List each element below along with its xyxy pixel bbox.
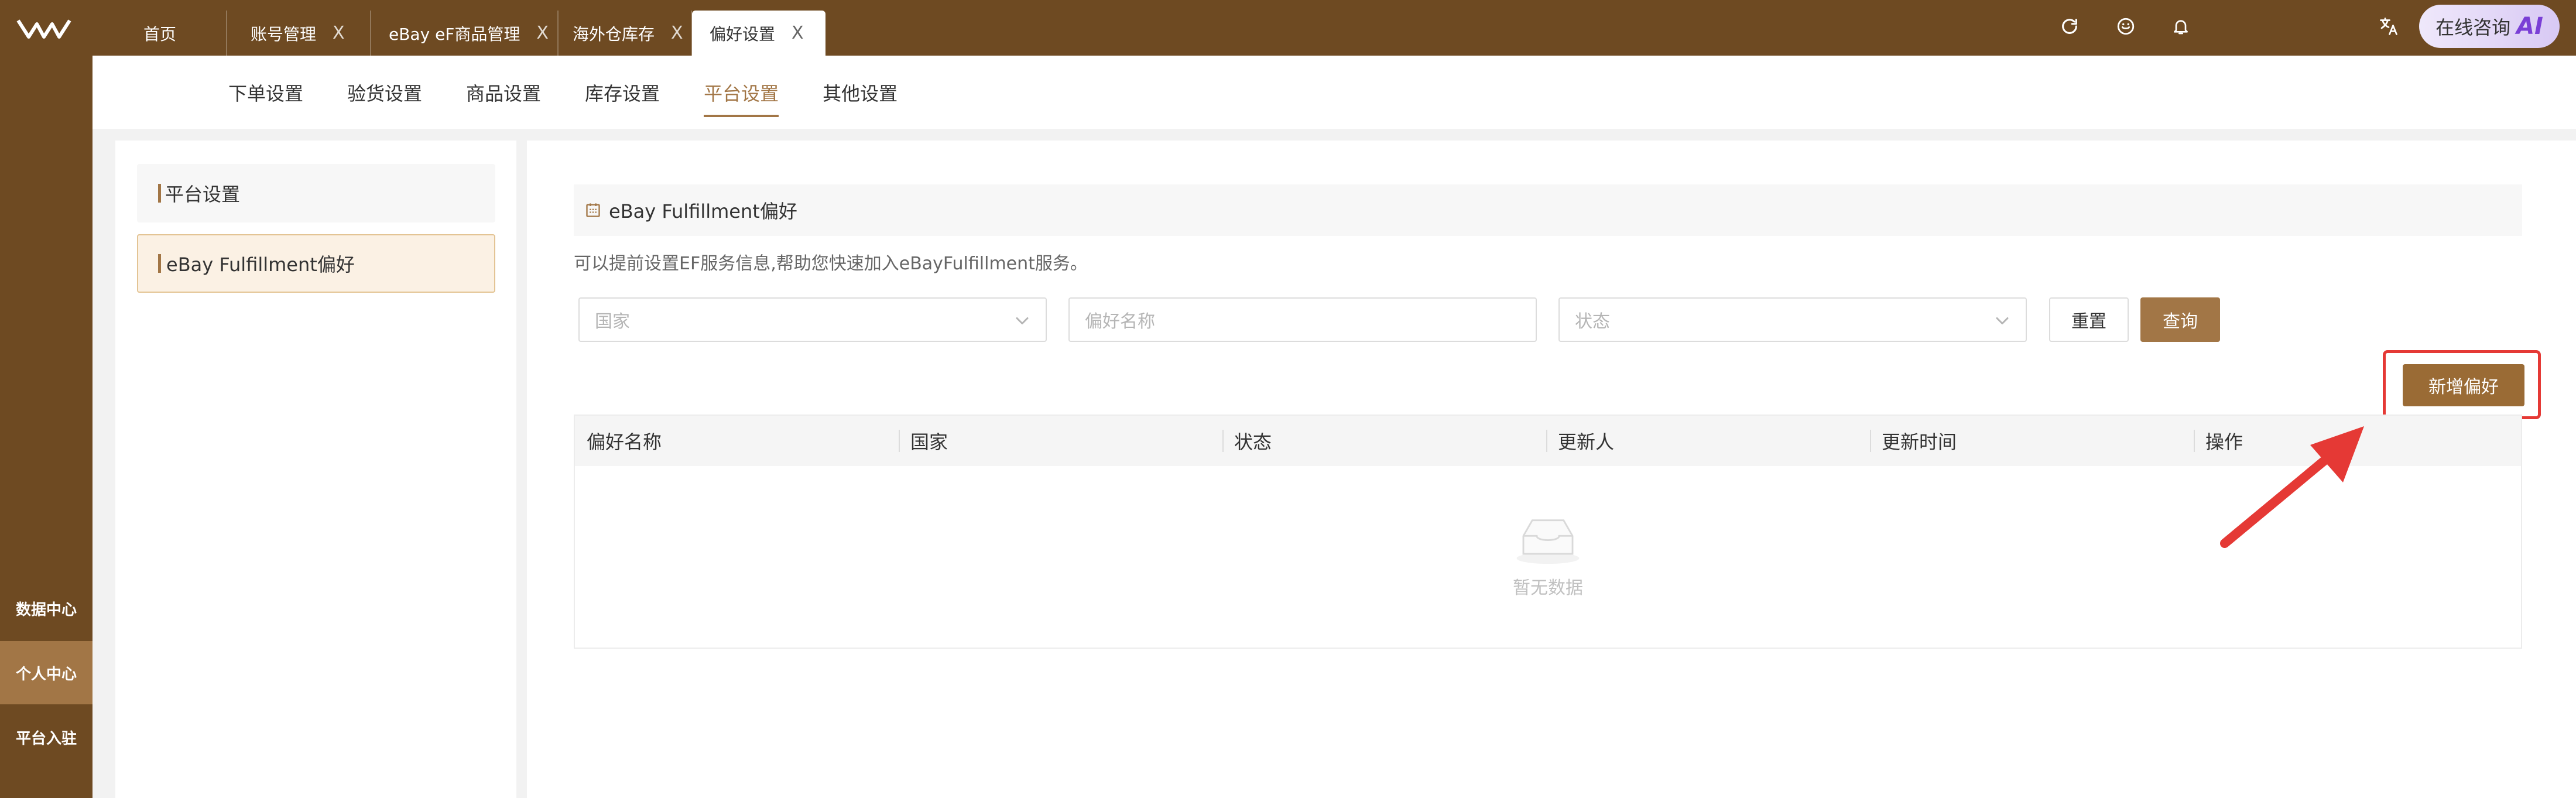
consult-label: 在线咨询	[2435, 16, 2511, 39]
close-icon[interactable]: X	[333, 23, 345, 43]
preference-name-input[interactable]: 偏好名称	[1068, 297, 1537, 342]
sidebar-item-platform-onboarding[interactable]: 平台入驻	[0, 705, 93, 769]
section-header: eBay Fulfillment偏好	[574, 184, 2522, 236]
tab-label: 海外仓库存	[573, 24, 655, 44]
section-title: eBay Fulfillment偏好	[609, 200, 797, 222]
smile-icon[interactable]	[2113, 13, 2139, 39]
online-consult-button[interactable]: 在线咨询 AI	[2419, 5, 2560, 48]
query-button[interactable]: 查询	[2140, 297, 2220, 342]
column-header: 状态	[1222, 416, 1546, 466]
tab-ebay-ef-products[interactable]: eBay eF商品管理 X	[371, 11, 559, 56]
tab-label: eBay eF商品管理	[389, 24, 520, 44]
close-icon[interactable]: X	[671, 23, 683, 43]
platform-settings-panel: 平台设置 eBay Fulfillment偏好	[115, 141, 516, 798]
tab-label: 偏好设置	[710, 24, 776, 44]
column-label: 国家	[910, 431, 948, 453]
tab-account[interactable]: 账号管理 X	[227, 11, 371, 56]
sidebar-item-label: 数据中心	[15, 601, 77, 619]
page-tabs: 首页 账号管理 X eBay eF商品管理 X 海外仓库存 X 偏好设置 X	[94, 11, 825, 56]
column-divider	[1222, 430, 1224, 452]
column-header: 更新人	[1546, 416, 1870, 466]
subtab-label: 其他设置	[823, 82, 898, 105]
accent-bar	[158, 184, 161, 203]
ai-badge: AI	[2516, 13, 2543, 40]
status-select[interactable]: 状态	[1558, 297, 2027, 342]
column-header: 偏好名称	[575, 416, 899, 466]
name-placeholder: 偏好名称	[1085, 311, 1155, 332]
brand-logo-icon[interactable]	[12, 14, 76, 43]
section-hint: 可以提前设置EF服务信息,帮助您快速加入eBayFulfillment服务。	[574, 254, 1088, 274]
subtab-product-settings[interactable]: 商品设置	[466, 56, 541, 129]
reset-button[interactable]: 重置	[2049, 297, 2129, 342]
tab-home[interactable]: 首页	[94, 11, 227, 56]
empty-box-icon	[1516, 519, 1580, 564]
sidebar-item-label: 个人中心	[15, 665, 77, 683]
subtab-label: 库存设置	[585, 82, 660, 105]
tab-label: 首页	[143, 24, 176, 44]
status-placeholder: 状态	[1575, 311, 1610, 332]
chevron-down-icon	[1996, 317, 2009, 324]
top-actions	[2057, 12, 2194, 41]
column-divider	[899, 430, 900, 452]
tab-preferences[interactable]: 偏好设置 X	[692, 11, 825, 56]
column-header: 更新时间	[1870, 416, 2194, 466]
panel-item-ebay-fulfillment[interactable]: eBay Fulfillment偏好	[137, 234, 495, 293]
subtab-other-settings[interactable]: 其他设置	[823, 56, 898, 129]
subtab-label: 验货设置	[347, 82, 423, 105]
tab-label: 账号管理	[251, 24, 317, 44]
column-header: 国家	[899, 416, 1222, 466]
subtab-platform-settings[interactable]: 平台设置	[704, 56, 779, 129]
panel-header: 平台设置	[137, 164, 495, 222]
column-divider	[1546, 430, 1547, 452]
column-label: 更新时间	[1882, 431, 1957, 453]
translate-icon[interactable]	[2376, 13, 2402, 39]
subtab-order-settings[interactable]: 下单设置	[228, 56, 303, 129]
subnav-tabs: 下单设置 验货设置 商品设置 库存设置 平台设置 其他设置	[228, 56, 941, 129]
column-label: 状态	[1234, 431, 1272, 453]
accent-bar	[158, 254, 161, 273]
annotation-arrow	[2220, 426, 2364, 548]
column-label: 更新人	[1558, 431, 1615, 453]
column-divider	[1870, 430, 1871, 452]
country-select[interactable]: 国家	[578, 297, 1047, 342]
subtab-label: 商品设置	[466, 82, 542, 105]
refresh-icon[interactable]	[2057, 13, 2082, 39]
top-bar: 首页 账号管理 X eBay eF商品管理 X 海外仓库存 X 偏好设置 X 在…	[0, 0, 2576, 56]
panel-header-label: 平台设置	[165, 183, 241, 206]
bell-icon[interactable]	[2168, 13, 2194, 39]
subtab-inspection-settings[interactable]: 验货设置	[347, 56, 422, 129]
column-divider	[2194, 430, 2195, 452]
close-icon[interactable]: X	[792, 23, 804, 43]
add-preference-button[interactable]: 新增偏好	[2403, 364, 2524, 406]
country-placeholder: 国家	[595, 311, 630, 332]
main-sidebar: 数据中心 个人中心 平台入驻	[0, 56, 93, 798]
sidebar-item-label: 平台入驻	[15, 729, 77, 748]
tab-overseas-inventory[interactable]: 海外仓库存 X	[559, 11, 692, 56]
chevron-down-icon	[1016, 317, 1029, 324]
column-label: 偏好名称	[587, 431, 662, 453]
empty-text: 暂无数据	[1513, 578, 1583, 598]
subtab-label: 平台设置	[704, 82, 779, 105]
sidebar-item-personal-center[interactable]: 个人中心	[0, 641, 93, 704]
settings-subnav: 下单设置 验货设置 商品设置 库存设置 平台设置 其他设置	[93, 56, 2576, 129]
language-switch	[2376, 12, 2402, 41]
close-icon[interactable]: X	[536, 23, 549, 43]
subtab-label: 下单设置	[228, 82, 304, 105]
subtab-inventory-settings[interactable]: 库存设置	[585, 56, 660, 129]
sidebar-item-data-center[interactable]: 数据中心	[0, 577, 93, 640]
calendar-icon	[584, 201, 602, 219]
panel-item-label: eBay Fulfillment偏好	[166, 254, 355, 276]
